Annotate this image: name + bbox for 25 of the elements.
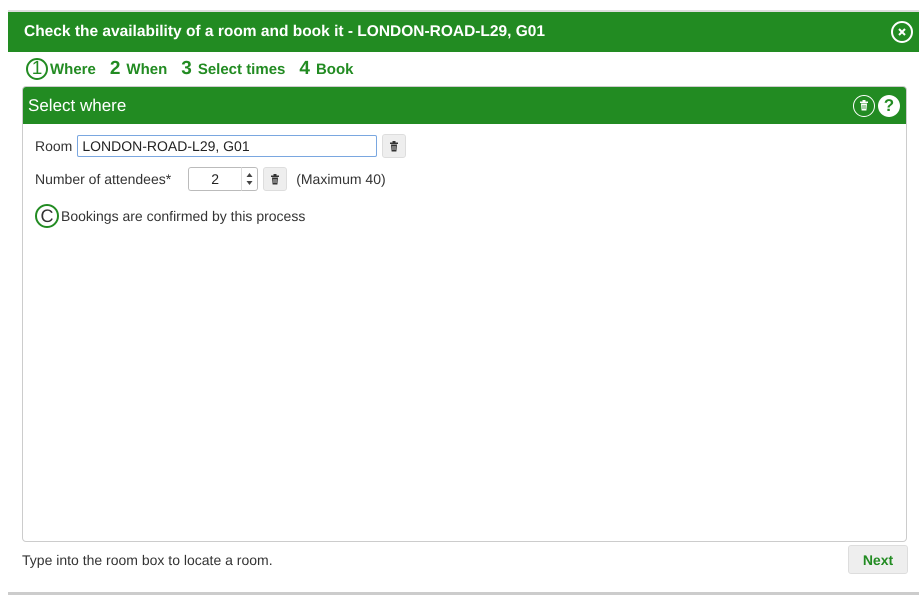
help-button[interactable]: ? — [878, 94, 900, 116]
trash-icon — [859, 100, 869, 111]
attendees-input[interactable]: 2 — [188, 167, 242, 191]
close-button[interactable] — [891, 21, 913, 43]
wizard-step[interactable]: 2 When — [110, 58, 168, 80]
trash-icon — [270, 174, 280, 184]
maximum-hint: (Maximum 40) — [296, 171, 386, 187]
close-icon — [898, 28, 906, 36]
trash-icon — [389, 140, 400, 152]
clear-room-button[interactable] — [382, 134, 406, 158]
note-text: Bookings are confirmed by this process — [61, 208, 306, 224]
room-input[interactable]: LONDON-ROAD-L29, G01 — [77, 135, 378, 157]
clear-attendees-button[interactable] — [263, 167, 288, 191]
spinner-arrows-icon[interactable] — [241, 167, 258, 191]
next-button[interactable]: Next — [848, 545, 908, 574]
wizard-step[interactable]: 4 Book — [299, 58, 354, 80]
field-label: Number of attendees* — [35, 171, 172, 187]
field-label: Room — [35, 138, 72, 154]
window-title: Check the availability of a room and book it - LONDON-ROAD-L29, G01 — [24, 23, 546, 41]
clear-button[interactable] — [853, 94, 875, 116]
panel-title: Select where — [28, 96, 126, 116]
wizard-step[interactable]: 1 Where — [26, 58, 96, 80]
wizard-step[interactable]: 3 Select times — [181, 58, 286, 80]
confirmed-badge: C — [35, 204, 59, 228]
status-text: Type into the room box to locate a room. — [22, 552, 273, 568]
